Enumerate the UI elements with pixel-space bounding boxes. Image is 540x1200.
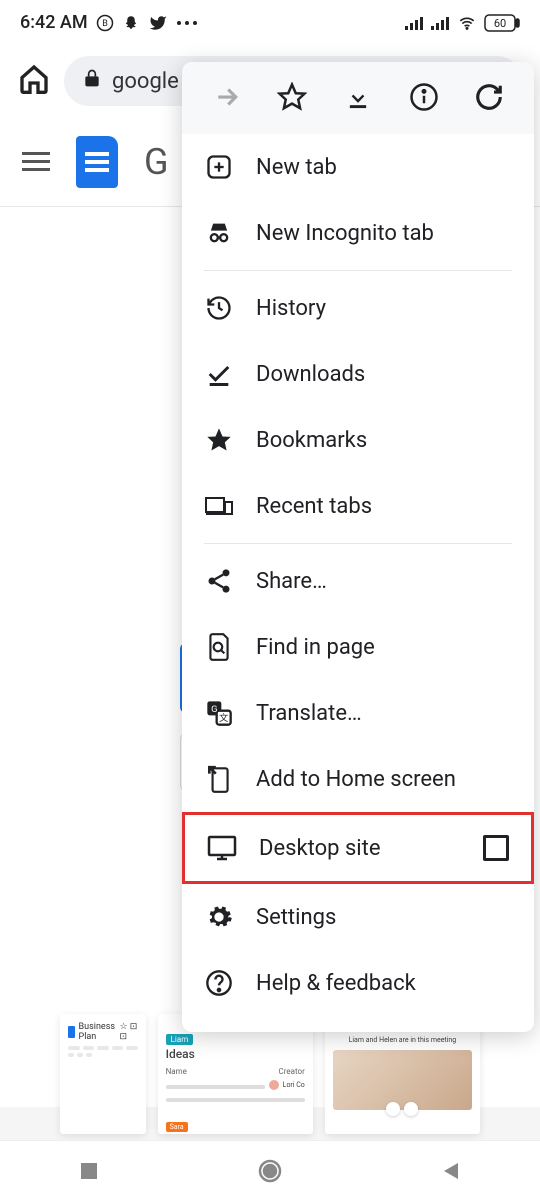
menu-bookmarks[interactable]: Bookmarks [182,407,534,473]
chrome-menu: New tab New Incognito tab History Downlo… [182,62,534,1032]
status-bar: 6:42 AM B 60 [0,0,540,45]
bookmark-star-button[interactable] [275,80,309,114]
twitter-icon [148,14,168,32]
android-nav-bar [0,1140,540,1200]
menu-share-label: Share… [256,569,512,594]
plus-square-icon [204,152,234,182]
thumb-2-name-header: Name [166,1067,187,1076]
menu-help-label: Help & feedback [256,971,512,996]
thumb-2: Liam Ideas Name Creator Lori Co Sara [158,1014,313,1134]
downloads-check-icon [204,359,234,389]
wifi-icon [456,15,478,31]
status-left: 6:42 AM B [20,12,198,33]
status-time: 6:42 AM [20,12,88,33]
thumb-3: Liam and Helen are in this meeting [325,1014,480,1134]
thumb-3-text: Liam and Helen are in this meeting [333,1036,472,1044]
menu-help[interactable]: Help & feedback [182,950,534,1016]
lock-icon [82,67,102,95]
add-home-icon [204,764,234,794]
snapchat-icon [122,14,140,32]
forward-button[interactable] [210,80,244,114]
thumb-2-liam: Liam [166,1034,194,1045]
home-button[interactable] [18,63,50,99]
menu-find-label: Find in page [256,635,512,660]
thumb-2-lori: Lori Co [283,1081,305,1089]
status-right: 60 [404,14,520,32]
google-text: G [144,141,169,183]
docs-logo-icon [76,136,118,188]
incognito-icon [204,218,234,248]
share-icon [204,566,234,596]
menu-add-home-label: Add to Home screen [256,767,512,792]
menu-downloads-label: Downloads [256,362,512,387]
menu-share[interactable]: Share… [182,548,534,614]
menu-recent-label: Recent tabs [256,494,512,519]
monitor-icon [207,833,237,863]
thumb-2-creator-header: Creator [279,1067,305,1076]
download-button[interactable] [341,80,375,114]
translate-icon: G文 [204,698,234,728]
menu-history[interactable]: History [182,275,534,341]
thumb-2-sara: Sara [166,1122,188,1132]
thumb-2-ideas: Ideas [166,1047,305,1061]
svg-text:B: B [102,19,108,29]
url-text: google [112,69,179,94]
battery-icon: 60 [484,14,520,32]
menu-divider-2 [204,543,512,544]
menu-incognito[interactable]: New Incognito tab [182,200,534,266]
gear-icon [204,902,234,932]
svg-text:G: G [211,704,217,715]
thumb-1: Business Plan☆ ⊡ ⊡ [60,1014,146,1134]
more-dots-icon [176,20,198,26]
menu-history-label: History [256,296,512,321]
menu-desktop-site[interactable]: Desktop site [182,812,534,884]
info-button[interactable] [407,80,441,114]
svg-text:文: 文 [219,712,228,724]
menu-downloads[interactable]: Downloads [182,341,534,407]
signal-icon-2 [430,15,450,31]
reload-button[interactable] [472,80,506,114]
b-icon: B [96,14,114,32]
thumb-1-title: Business Plan [79,1022,116,1042]
menu-settings[interactable]: Settings [182,884,534,950]
svg-text:60: 60 [494,17,506,30]
devices-icon [204,491,234,521]
menu-translate[interactable]: G文 Translate… [182,680,534,746]
menu-incognito-label: New Incognito tab [256,221,512,246]
menu-desktop-label: Desktop site [259,836,461,861]
star-icon [204,425,234,455]
menu-bookmarks-label: Bookmarks [256,428,512,453]
history-icon [204,293,234,323]
menu-translate-label: Translate… [256,701,512,726]
recent-apps-button[interactable] [78,1160,100,1182]
menu-find-in-page[interactable]: Find in page [182,614,534,680]
thumbnails: Business Plan☆ ⊡ ⊡ Liam Ideas Name Creato… [60,1014,480,1134]
home-nav-button[interactable] [256,1157,284,1185]
menu-new-tab[interactable]: New tab [182,134,534,200]
menu-button[interactable] [22,152,50,171]
menu-recent-tabs[interactable]: Recent tabs [182,473,534,539]
desktop-site-checkbox[interactable] [483,835,509,861]
find-page-icon [204,632,234,662]
help-icon [204,968,234,998]
menu-toolbar [182,62,534,134]
signal-icon [404,15,424,31]
menu-add-home[interactable]: Add to Home screen [182,746,534,812]
back-nav-button[interactable] [440,1160,462,1182]
menu-divider [204,270,512,271]
menu-new-tab-label: New tab [256,155,512,180]
menu-settings-label: Settings [256,905,512,930]
